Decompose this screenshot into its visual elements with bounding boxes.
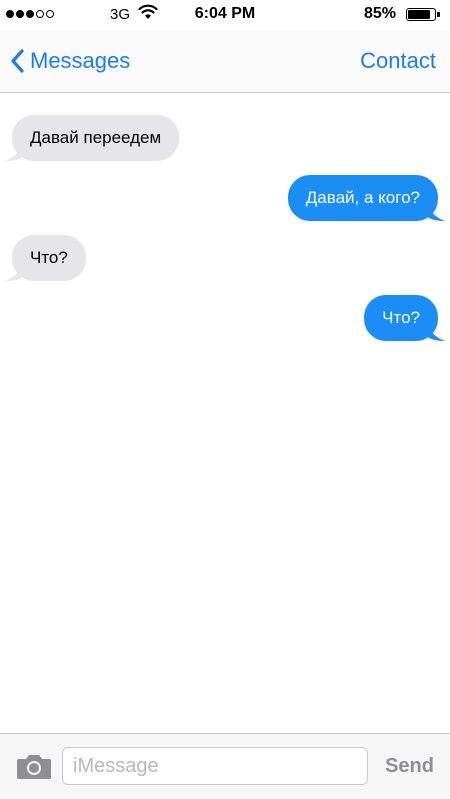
chevron-left-icon: [11, 49, 24, 73]
contact-button[interactable]: Contact: [360, 44, 436, 78]
incoming-message-bubble[interactable]: Что?: [5, 235, 86, 281]
bubble-tail: [5, 143, 25, 161]
message-text: Давай переедем: [30, 128, 162, 147]
outgoing-message-bubble[interactable]: Давай, а кого?: [287, 175, 445, 221]
bubble-tail: [425, 203, 445, 221]
incoming-message-bubble[interactable]: Давай переедем: [5, 115, 180, 161]
imessage-input[interactable]: [62, 747, 368, 785]
messages-screen: 3G 6:04 PM 85% Messages Contact Давай пе…: [0, 0, 450, 799]
battery-fill: [408, 10, 430, 19]
back-button-label: Messages: [30, 48, 131, 73]
bubble-tail: [425, 323, 445, 341]
back-button[interactable]: Messages: [10, 44, 130, 78]
battery-percent: 85%: [363, 5, 396, 22]
send-button[interactable]: Send: [385, 747, 434, 785]
status-bar: 3G 6:04 PM 85%: [0, 0, 450, 30]
battery-icon: [406, 8, 436, 21]
message-thread[interactable]: Давай переедем Давай, а кого? Что? Что?: [0, 93, 450, 733]
bubble-tail: [5, 263, 25, 281]
camera-icon[interactable]: [16, 751, 52, 781]
battery-tip: [437, 12, 440, 17]
message-text: Что?: [382, 308, 420, 327]
message-text: Давай, а кого?: [305, 188, 420, 207]
outgoing-message-bubble[interactable]: Что?: [364, 295, 445, 341]
navigation-bar: Messages Contact: [0, 30, 450, 93]
message-text: Что?: [30, 248, 68, 267]
message-input-bar: Send: [0, 733, 450, 799]
